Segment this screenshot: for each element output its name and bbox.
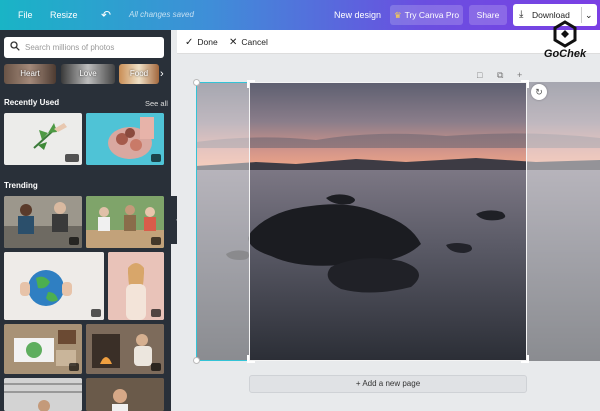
hexagon-logo-icon	[553, 20, 577, 48]
search-input[interactable]	[25, 39, 160, 56]
premium-badge	[69, 363, 79, 371]
check-icon: ✓	[185, 37, 194, 48]
page-tools: □ ⧉ +	[477, 70, 527, 82]
premium-badge	[151, 154, 161, 162]
resize-handle-top-left[interactable]	[193, 79, 200, 86]
premium-badge	[65, 154, 79, 162]
category-chips: Heart Love Food ›	[0, 64, 171, 84]
new-design-button[interactable]: New design	[334, 0, 381, 30]
search-icon	[10, 41, 20, 51]
see-all-link[interactable]: See all	[145, 99, 168, 108]
premium-badge	[151, 309, 161, 317]
crop-frame[interactable]	[249, 82, 527, 361]
crop-outside-right	[527, 82, 600, 361]
window-image	[4, 378, 82, 411]
recent-photo-plant-hand[interactable]	[4, 113, 82, 165]
resize-handle-bottom-left[interactable]	[193, 357, 200, 364]
trending-photo-woman[interactable]	[108, 252, 164, 320]
premium-badge	[151, 237, 161, 245]
chip-food[interactable]: Food	[119, 64, 159, 84]
trending-photo-man[interactable]	[86, 378, 164, 411]
copy-page-icon[interactable]: ⧉	[497, 70, 503, 81]
done-button[interactable]: ✓ Done	[185, 30, 218, 54]
note-icon[interactable]: □	[477, 70, 482, 80]
crop-handle-bottom-right[interactable]	[521, 355, 529, 363]
trending-photo-globe[interactable]	[4, 252, 104, 320]
globe-image	[4, 252, 104, 320]
try-pro-button[interactable]: ♛ Try Canva Pro	[390, 5, 463, 25]
file-menu[interactable]: File	[18, 0, 33, 30]
add-page-button[interactable]: + Add a new page	[249, 375, 527, 393]
recently-used-title: Recently Used	[4, 98, 60, 107]
resize-menu[interactable]: Resize	[50, 0, 78, 30]
trending-photo-window[interactable]	[4, 378, 82, 411]
trending-photo-workshop[interactable]	[4, 196, 82, 248]
premium-badge	[91, 309, 101, 317]
rotate-icon[interactable]: ↻	[531, 84, 547, 100]
cancel-button[interactable]: ✕ Cancel	[229, 30, 268, 54]
chevron-right-icon[interactable]: ›	[160, 64, 164, 84]
search-box[interactable]	[4, 37, 164, 58]
man-image	[86, 378, 164, 411]
crop-handle-bottom-left[interactable]	[247, 355, 255, 363]
try-pro-label: Try Canva Pro	[404, 10, 460, 20]
crown-icon: ♛	[393, 10, 402, 20]
download-icon: ⤓	[519, 9, 524, 20]
trending-photo-kitchen[interactable]	[4, 324, 82, 374]
top-bar: File Resize ↶ All changes saved New desi…	[0, 0, 600, 30]
share-button[interactable]: Share	[469, 5, 507, 25]
crop-handle-top-left[interactable]	[247, 80, 255, 88]
undo-icon[interactable]: ↶	[101, 0, 111, 30]
photos-panel: Heart Love Food › Recently Used See all …	[0, 30, 171, 411]
trending-title: Trending	[4, 181, 38, 190]
done-label: Done	[197, 37, 218, 47]
cancel-label: Cancel	[241, 37, 268, 47]
logo-text: GoChek	[543, 48, 587, 60]
recent-photo-cookies[interactable]	[86, 113, 164, 165]
crop-handle-top-right[interactable]	[521, 80, 529, 88]
trending-photo-picnic[interactable]	[86, 196, 164, 248]
chip-love[interactable]: Love	[61, 64, 115, 84]
trending-photo-fireplace[interactable]	[86, 324, 164, 374]
premium-badge	[151, 363, 161, 371]
premium-badge	[69, 237, 79, 245]
save-status: All changes saved	[129, 10, 194, 19]
gochek-logo: GoChek	[537, 20, 593, 62]
add-page-icon[interactable]: +	[517, 70, 522, 80]
chip-heart[interactable]: Heart	[4, 64, 56, 84]
close-icon: ✕	[229, 37, 238, 48]
